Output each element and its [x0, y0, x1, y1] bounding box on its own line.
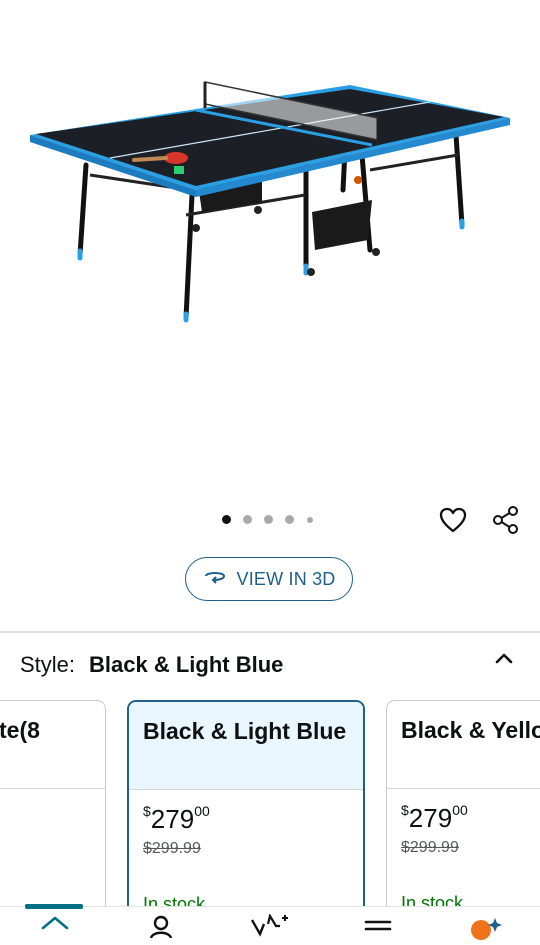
card-title: Black & Light Blue [129, 702, 363, 790]
ai-assistant-icon[interactable] [250, 913, 290, 943]
carousel-dot[interactable] [264, 515, 273, 524]
list-price: $299.99 [401, 839, 459, 856]
product-image[interactable] [0, 0, 540, 500]
carousel-dot[interactable] [307, 516, 313, 523]
style-option-card-selected[interactable]: Black & Light Blue $27900 $299.99 In sto… [127, 700, 365, 930]
style-label: Style: [20, 652, 76, 677]
brand-logo [174, 166, 184, 174]
carousel-dots[interactable] [222, 515, 322, 527]
view-in-3d-label: VIEW IN 3D [236, 568, 336, 589]
carousel-dot[interactable] [243, 515, 252, 524]
view-in-3d-button[interactable]: VIEW IN 3D [185, 557, 353, 601]
price: $27900 [143, 803, 210, 834]
style-selector[interactable]: Style: Black & Light Blue [20, 650, 283, 680]
share-icon[interactable] [491, 505, 521, 535]
rufus-icon[interactable] [467, 916, 503, 945]
heart-icon[interactable] [438, 505, 468, 535]
chevron-up-icon[interactable] [492, 646, 516, 670]
ball [354, 176, 362, 184]
section-divider [0, 631, 540, 633]
ping-pong-table-image [30, 81, 510, 323]
home-icon[interactable] [40, 914, 70, 943]
card-title: Black & Yello [387, 701, 540, 789]
carousel-dot[interactable] [222, 515, 231, 524]
account-icon[interactable] [148, 914, 174, 943]
nav-active-indicator [25, 904, 83, 909]
style-option-card[interactable]: Black & Yello $27900 $299.99 In stock [386, 700, 540, 930]
menu-icon[interactable] [364, 914, 392, 943]
rotate-3d-icon [202, 568, 228, 591]
storage-net [312, 200, 372, 250]
price: $27900 [401, 802, 468, 833]
style-option-card[interactable]: te(8 [0, 700, 106, 930]
list-price: $299.99 [143, 840, 201, 857]
card-title: te(8 [0, 701, 105, 789]
carousel-dot[interactable] [285, 515, 294, 524]
style-value: Black & Light Blue [89, 652, 284, 677]
